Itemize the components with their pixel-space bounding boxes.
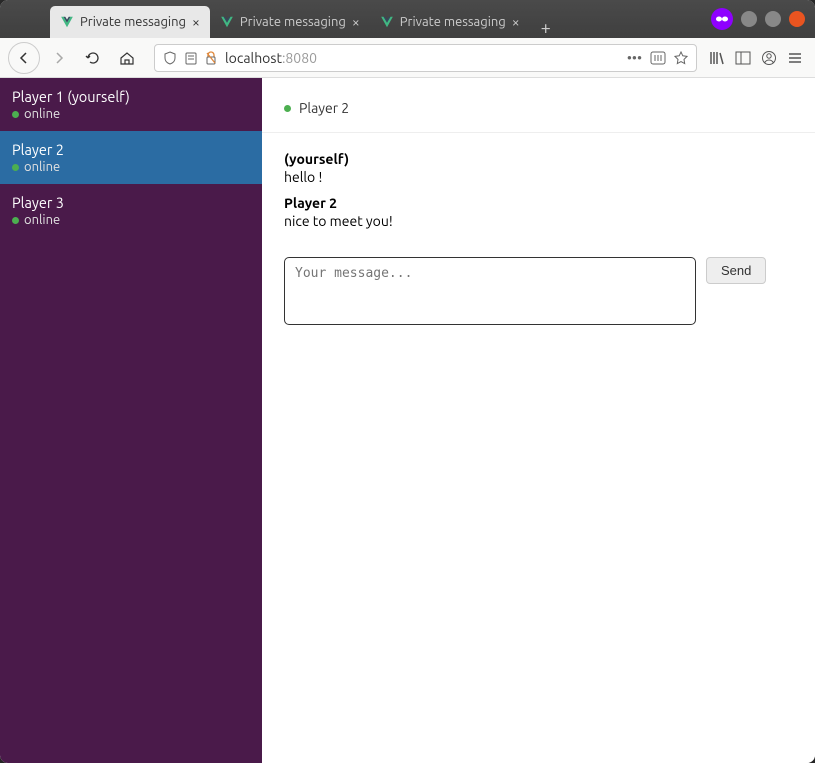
browser-window: Private messaging × Private messaging × …: [0, 0, 815, 763]
maximize-button[interactable]: [765, 11, 781, 27]
chat-header-name: Player 2: [299, 100, 349, 116]
menu-icon[interactable]: [787, 50, 803, 66]
tab-strip: Private messaging × Private messaging × …: [50, 0, 701, 38]
user-name: Player 3: [12, 194, 250, 211]
library-icon[interactable]: [709, 50, 725, 66]
user-name: Player 2: [12, 141, 250, 158]
status-dot-icon: [12, 164, 19, 171]
message-sender: (yourself): [284, 151, 793, 167]
message-text: nice to meet you!: [284, 213, 793, 229]
close-icon[interactable]: ×: [192, 14, 200, 30]
vue-icon: [60, 15, 74, 29]
chat-panel: Player 2 (yourself) hello ! Player 2 nic…: [262, 78, 815, 763]
message: (yourself) hello !: [284, 151, 793, 185]
window-controls: [701, 0, 815, 38]
status-dot-icon: [284, 105, 291, 112]
vue-icon: [380, 15, 394, 29]
more-icon[interactable]: •••: [627, 50, 642, 66]
vue-icon: [220, 15, 234, 29]
reader-icon[interactable]: [650, 51, 666, 65]
message-list: (yourself) hello ! Player 2 nice to meet…: [262, 133, 815, 257]
minimize-button[interactable]: [741, 11, 757, 27]
close-icon[interactable]: ×: [512, 14, 520, 30]
user-status: online: [12, 107, 250, 121]
url-toolbar: localhost:8080 •••: [0, 38, 815, 78]
status-dot-icon: [12, 217, 19, 224]
user-name: Player 1 (yourself): [12, 88, 250, 105]
send-button[interactable]: Send: [706, 257, 766, 284]
forward-button[interactable]: [44, 43, 74, 73]
message-sender: Player 2: [284, 195, 793, 211]
titlebar: Private messaging × Private messaging × …: [0, 0, 815, 38]
reload-button[interactable]: [78, 43, 108, 73]
info-icon: [185, 51, 197, 65]
shield-icon: [163, 51, 177, 65]
browser-tab[interactable]: Private messaging ×: [370, 6, 530, 38]
user-sidebar: Player 1 (yourself) online Player 2 onli…: [0, 78, 262, 763]
browser-tab[interactable]: Private messaging ×: [50, 6, 210, 38]
bookmark-icon[interactable]: [674, 51, 688, 65]
message-text: hello !: [284, 169, 793, 185]
private-mode-icon: [711, 8, 733, 30]
back-button[interactable]: [8, 42, 40, 74]
status-dot-icon: [12, 111, 19, 118]
compose-area: Send: [262, 257, 815, 325]
chat-header: Player 2: [262, 78, 815, 133]
lock-icon: [205, 51, 217, 65]
sidebar-user-item[interactable]: Player 2 online: [0, 131, 262, 184]
user-status: online: [12, 213, 250, 227]
window-close-button[interactable]: [789, 11, 805, 27]
close-icon[interactable]: ×: [352, 14, 360, 30]
tab-title: Private messaging: [400, 15, 506, 29]
sidebar-user-item[interactable]: Player 3 online: [0, 184, 262, 237]
new-tab-button[interactable]: +: [530, 18, 562, 38]
message-input[interactable]: [284, 257, 696, 325]
tab-title: Private messaging: [240, 15, 346, 29]
tab-title: Private messaging: [80, 15, 186, 29]
account-icon[interactable]: [761, 50, 777, 66]
home-button[interactable]: [112, 43, 142, 73]
user-status: online: [12, 160, 250, 174]
url-host: localhost:8080: [225, 50, 317, 66]
address-bar[interactable]: localhost:8080 •••: [154, 44, 697, 72]
message: Player 2 nice to meet you!: [284, 195, 793, 229]
browser-tab[interactable]: Private messaging ×: [210, 6, 370, 38]
toolbar-right: [709, 50, 807, 66]
sidebar-icon[interactable]: [735, 50, 751, 66]
sidebar-user-item[interactable]: Player 1 (yourself) online: [0, 78, 262, 131]
app-content: Player 1 (yourself) online Player 2 onli…: [0, 78, 815, 763]
